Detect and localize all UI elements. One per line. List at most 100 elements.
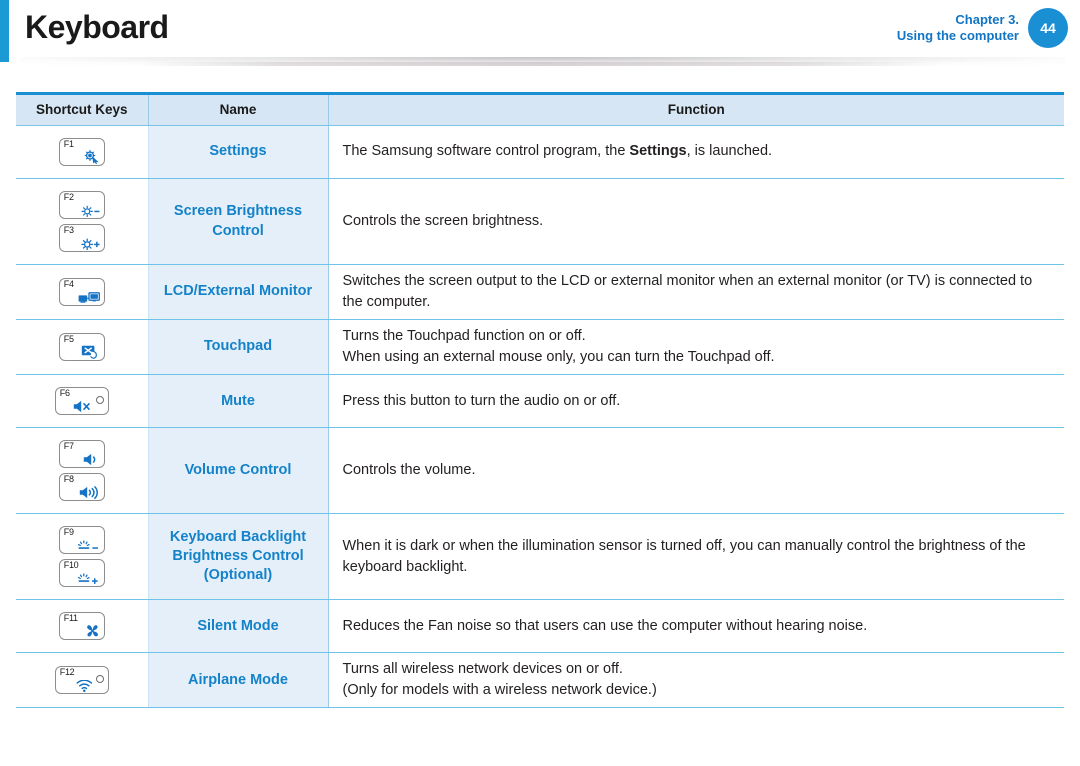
- table-row: F7 F8 Volume Control Controls the volume.: [16, 427, 1064, 515]
- shortcut-name-cell: Mute: [148, 374, 329, 429]
- shortcut-keys-cell: F9 F10: [16, 513, 149, 601]
- table-row: F4 LCD/External Monitor Switches the scre…: [16, 264, 1064, 321]
- page-title: Keyboard: [25, 9, 169, 45]
- table-row: F12 Airplane Mode Turns all wireless netw…: [16, 652, 1064, 709]
- table-row: F11 Silent Mode Reduces the Fan noise so …: [16, 599, 1064, 654]
- wifi-icon: [76, 680, 93, 693]
- function-text-suffix: , is launched.: [686, 143, 773, 160]
- shortcut-name-label: Mute: [221, 392, 255, 409]
- keycap-label: F10: [63, 560, 79, 571]
- keycap-label: F2: [63, 192, 74, 202]
- shortcut-function-cell: Switches the screen output to the LCD or…: [328, 264, 1064, 321]
- header-accent-bar: [0, 0, 9, 62]
- keycap-label: F8: [63, 474, 74, 485]
- keycap-led-indicator-icon: [95, 396, 104, 405]
- shortcut-name-label: Touchpad: [203, 338, 273, 355]
- keycap-f9[interactable]: F9: [58, 526, 105, 555]
- shortcut-function-line: Switches the screen output to the LCD or…: [342, 273, 1033, 311]
- chapter-title: Using the computer: [896, 28, 1019, 43]
- keycap-f3[interactable]: F3: [58, 224, 105, 252]
- keycap-label: F7: [63, 441, 74, 452]
- volume-down-icon: [83, 453, 100, 466]
- shortcut-function-line: Turns all wireless network devices on or…: [342, 661, 623, 678]
- shortcut-name-line: Brightness Control: [172, 548, 304, 564]
- shortcut-function-cell: When it is dark or when the illumination…: [328, 513, 1064, 601]
- shortcut-function-line: When using an external mouse only, you c…: [342, 349, 775, 366]
- shortcut-function-line: Press this button to turn the audio on o…: [342, 392, 621, 409]
- keycap-label: F6: [59, 388, 70, 399]
- shortcut-keys-cell: F5: [16, 319, 149, 376]
- header-chapter-group: Chapter 3. Using the computer 44: [897, 8, 1068, 48]
- mute-speaker-icon: [73, 400, 93, 413]
- keyboard-backlight-down-icon: [77, 540, 100, 552]
- keycap-label: F4: [63, 279, 74, 290]
- shortcut-name-label: Volume Control: [184, 462, 292, 478]
- keycap-f10[interactable]: F10: [58, 559, 105, 588]
- table-row: F2 F3 Screen Brightness Control Controls …: [16, 178, 1064, 265]
- shortcut-name-cell: LCD/External Monitor: [148, 264, 329, 321]
- shortcut-name-label: Silent Mode: [197, 617, 279, 634]
- touchpad-icon: [81, 345, 100, 359]
- shortcut-name-cell: Silent Mode: [148, 599, 329, 654]
- shortcut-keys-cell: F11: [16, 599, 149, 654]
- keycap-led-indicator-icon: [95, 675, 104, 684]
- keycap-f2[interactable]: F2: [58, 191, 105, 219]
- keycap-label: F3: [63, 225, 74, 235]
- function-text-prefix: The Samsung software control program, th…: [342, 143, 630, 160]
- shortcut-function-line: Controls the screen brightness.: [342, 212, 544, 229]
- function-text-emphasis: Settings: [629, 143, 687, 160]
- keycap-label: F9: [63, 527, 74, 538]
- shortcut-name-cell: Screen Brightness Control: [148, 178, 329, 265]
- column-header-shortcut-keys: Shortcut Keys: [16, 92, 149, 126]
- shortcut-function-cell: Turns all wireless network devices on or…: [328, 652, 1064, 709]
- shortcut-name-cell: Keyboard Backlight Brightness Control (Opt…: [148, 513, 329, 601]
- table-row: F5 Touchpad Turns the Touchpad function o…: [16, 319, 1064, 376]
- keycap-f4[interactable]: F4: [58, 278, 105, 307]
- shortcut-name-label: Settings: [209, 143, 267, 160]
- shortcut-function-cell: Turns the Touchpad function on or off. Wh…: [328, 319, 1064, 376]
- shortcut-name-label: Airplane Mode: [188, 671, 288, 688]
- shortcut-function-cell: Controls the screen brightness.: [328, 178, 1064, 265]
- shortcut-function-cell: Reduces the Fan noise so that users can …: [328, 599, 1064, 654]
- fan-icon: [85, 624, 100, 638]
- table-body: F1 Settings The Samsung software control …: [16, 125, 1064, 709]
- shortcut-function-line: When it is dark or when the illumination…: [342, 537, 1026, 575]
- brightness-down-icon: [81, 205, 100, 217]
- keycap-label: F11: [63, 613, 78, 624]
- table-row: F6 Mute Press this button to turn the aud…: [16, 374, 1064, 429]
- keycap-f6[interactable]: F6: [54, 387, 109, 416]
- keycap-f7[interactable]: F7: [58, 440, 105, 469]
- shortcut-function-line: Reduces the Fan noise so that users can …: [342, 617, 868, 634]
- shortcut-keys-cell: F2 F3: [16, 178, 149, 265]
- shortcut-keys-cell: F1: [16, 125, 149, 179]
- table-row: F9 F10 Keyboard Backlight Brightness Con…: [16, 513, 1064, 601]
- settings-gear-cursor-icon: [83, 149, 100, 164]
- keycap-f5[interactable]: F5: [58, 333, 105, 362]
- keycap-f8[interactable]: F8: [58, 473, 105, 502]
- shortcut-keys-cell: F12: [16, 652, 149, 709]
- keycap-label: F1: [63, 139, 74, 149]
- shortcut-name-cell: Touchpad: [148, 319, 329, 376]
- chapter-number: Chapter 3.: [955, 11, 1019, 27]
- shortcut-name-label: Screen Brightness Control: [173, 203, 303, 239]
- header-shadow-line: [140, 62, 940, 66]
- shortcut-name-label: LCD/External Monitor: [163, 283, 313, 300]
- shortcut-keys-table-wrap: Shortcut Keys Name Function F1 Settings T…: [16, 92, 1064, 709]
- keycap-label: F5: [63, 334, 74, 345]
- shortcut-name-cell: Airplane Mode: [148, 652, 329, 709]
- keycap-f12[interactable]: F12: [54, 666, 109, 695]
- shortcut-keys-cell: F6: [16, 374, 149, 429]
- shortcut-function-line: Controls the volume.: [342, 462, 476, 479]
- column-header-name: Name: [148, 92, 329, 126]
- shortcut-name-line: Keyboard Backlight: [169, 528, 307, 545]
- keycap-f11[interactable]: F11: [58, 612, 105, 641]
- shortcut-name-line: (Optional): [203, 567, 273, 584]
- page-header: Keyboard Chapter 3. Using the computer 4…: [0, 0, 1080, 62]
- shortcut-function-cell: Controls the volume.: [328, 427, 1064, 515]
- shortcut-function-text: The Samsung software control program, th…: [343, 141, 1053, 162]
- brightness-up-icon: [81, 238, 100, 250]
- keyboard-backlight-up-icon: [77, 573, 100, 585]
- shortcut-keys-cell: F4: [16, 264, 149, 321]
- keycap-f1[interactable]: F1: [58, 138, 105, 166]
- external-monitor-icon: [78, 292, 100, 304]
